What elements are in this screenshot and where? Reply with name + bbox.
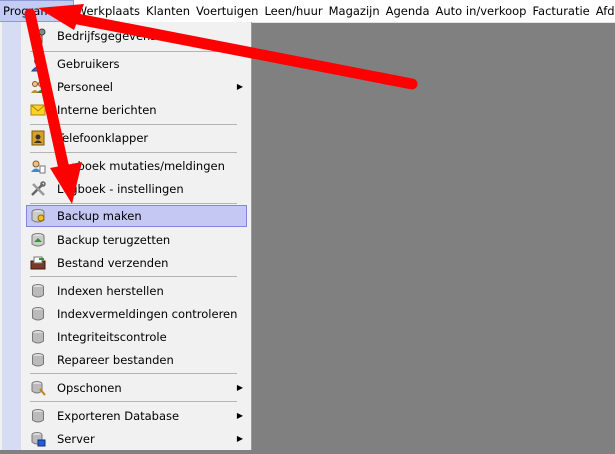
menu-separator	[30, 276, 237, 277]
menu-separator	[30, 124, 237, 125]
database-icon	[30, 329, 46, 345]
menu-item-indexen-herstellen[interactable]: Indexen herstellen	[26, 280, 247, 302]
cleanup-icon	[30, 380, 46, 396]
menu-item-repareer-bestanden[interactable]: Repareer bestanden	[26, 349, 247, 371]
menu-separator	[30, 373, 237, 374]
menu-programma[interactable]: Programma	[0, 0, 74, 22]
menu-item-label: Backup terugzetten	[57, 233, 171, 247]
database-icon	[30, 408, 46, 424]
menu-klanten[interactable]: Klanten	[143, 1, 193, 21]
menu-item-indexvermeldingen-controleren[interactable]: Indexvermeldingen controleren	[26, 303, 247, 325]
menu-item-label: Gebruikers	[57, 57, 120, 71]
menu-item-server[interactable]: Server ▶	[26, 428, 247, 450]
menu-item-label: Backup maken	[57, 209, 142, 223]
menu-item-exporteren-database[interactable]: Exporteren Database ▶	[26, 405, 247, 427]
menu-item-label: Repareer bestanden	[57, 353, 174, 367]
menu-item-label: Personeel	[57, 80, 113, 94]
menu-item-label: Logboek - instellingen	[57, 182, 184, 196]
menu-item-integriteitscontrole[interactable]: Integriteitscontrole	[26, 326, 247, 348]
menu-item-bestand-verzenden[interactable]: Bestand verzenden	[26, 252, 247, 274]
database-icon	[30, 306, 46, 322]
restore-icon	[30, 232, 46, 248]
menu-item-backup-terugzetten[interactable]: Backup terugzetten	[26, 229, 247, 251]
menu-separator	[30, 51, 237, 52]
menu-facturatie[interactable]: Facturatie	[529, 1, 592, 21]
send-file-icon	[30, 255, 46, 271]
menu-item-logboek-mutaties[interactable]: Logboek mutaties/meldingen	[26, 155, 247, 177]
menu-afdrukken[interactable]: Afdrukken	[593, 1, 615, 21]
menu-item-label: Exporteren Database	[57, 409, 180, 423]
menu-item-label: Logboek mutaties/meldingen	[57, 159, 225, 173]
menu-item-label: Indexen herstellen	[57, 284, 164, 298]
menu-item-bedrijfsgegevens[interactable]: Bedrijfsgegevens	[26, 25, 247, 47]
envelope-icon	[30, 102, 46, 118]
menu-magazijn[interactable]: Magazijn	[326, 1, 383, 21]
menu-item-personeel[interactable]: Personeel ▶	[26, 76, 247, 98]
menu-item-label: Interne berichten	[57, 103, 157, 117]
menu-item-telefoonklapper[interactable]: Telefoonklapper	[26, 127, 247, 149]
menu-item-gebruikers[interactable]: Gebruikers	[26, 53, 247, 75]
submenu-arrow-icon: ▶	[236, 411, 243, 420]
submenu-arrow-icon: ▶	[236, 82, 243, 91]
menu-item-label: Opschonen	[57, 381, 122, 395]
menu-separator	[30, 401, 237, 402]
tools-icon	[30, 181, 46, 197]
menu-item-logboek-instellingen[interactable]: Logboek - instellingen	[26, 178, 247, 200]
submenu-arrow-icon: ▶	[236, 434, 243, 443]
server-icon	[30, 431, 46, 447]
menu-item-label: Integriteitscontrole	[57, 330, 167, 344]
menu-leen-huur[interactable]: Leen/huur	[261, 1, 325, 21]
menu-agenda[interactable]: Agenda	[383, 1, 433, 21]
staff-icon	[30, 79, 46, 95]
menu-item-label: Server	[57, 432, 95, 446]
programma-dropdown-menu: Bedrijfsgegevens Gebruikers Personeel ▶ …	[0, 22, 252, 450]
menu-separator	[30, 203, 237, 204]
menu-item-interne-berichten[interactable]: Interne berichten	[26, 99, 247, 121]
menu-werkplaats[interactable]: Werkplaats	[73, 1, 143, 21]
menu-voertuigen[interactable]: Voertuigen	[193, 1, 261, 21]
log-icon	[30, 158, 46, 174]
menu-item-label: Telefoonklapper	[57, 131, 149, 145]
menu-item-backup-maken[interactable]: Backup maken	[26, 205, 247, 227]
menu-bar: Programma Werkplaats Klanten Voertuigen …	[0, 0, 615, 23]
user-icon	[30, 56, 46, 72]
building-gear-icon	[30, 28, 46, 44]
backup-icon	[30, 208, 46, 224]
menu-item-label: Indexvermeldingen controleren	[57, 307, 238, 321]
database-icon	[30, 352, 46, 368]
menu-auto-in-verkoop[interactable]: Auto in/verkoop	[433, 1, 530, 21]
menu-item-label: Bestand verzenden	[57, 256, 169, 270]
submenu-arrow-icon: ▶	[236, 383, 243, 392]
menu-item-label: Bedrijfsgegevens	[57, 29, 157, 43]
menu-separator	[30, 152, 237, 153]
menu-item-opschonen[interactable]: Opschonen ▶	[26, 377, 247, 399]
phonebook-icon	[30, 130, 46, 146]
database-icon	[30, 283, 46, 299]
